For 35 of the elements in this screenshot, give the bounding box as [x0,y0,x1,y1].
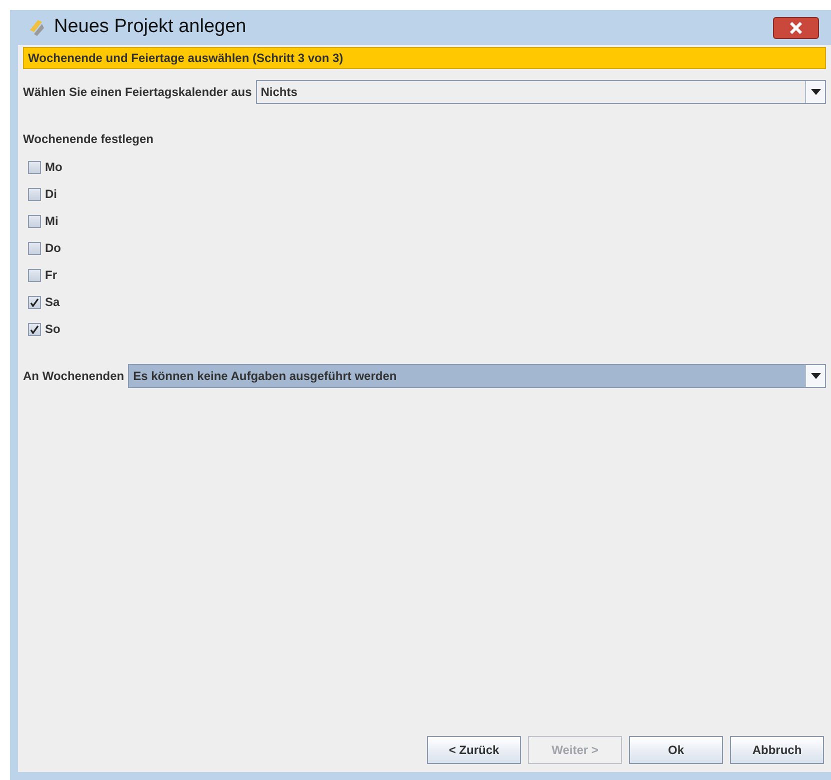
checkbox-label: Do [45,240,61,257]
weekend-mode-label: An Wochenenden [23,368,124,385]
checkmark-icon [30,324,39,334]
dialog-button[interactable]: Abbruch [730,736,824,764]
section-heading: Wochenende festlegen [23,131,154,148]
checkbox-label: So [45,321,60,338]
step-banner-text: Wochenende und Feiertage auswählen (Schritt 3 von 3) [28,50,344,67]
close-button[interactable] [773,16,819,38]
checkbox[interactable] [28,214,41,228]
checkbox[interactable] [28,322,41,336]
dialog-button[interactable]: < Zurück [427,736,521,764]
checkbox-label: Sa [45,294,60,311]
caret-icon [810,373,820,379]
dialog-button[interactable]: Ok [629,736,723,764]
app-icon [28,18,46,38]
checkbox[interactable] [28,242,41,254]
close-icon [790,22,802,34]
dropdown[interactable]: Es können keine Aufgaben ausgeführt werden [128,364,826,388]
checkbox-label: Di [45,186,57,203]
holiday-calendar-label: Wählen Sie einen Feiertagskalender aus [23,84,252,101]
caret-icon [810,89,820,95]
checkbox-label: Fr [45,267,57,284]
checkbox-label: Mo [45,159,62,176]
dropdown[interactable]: Nichts [256,80,826,104]
dropdown-value: Es können keine Aufgaben ausgeführt werden [132,368,398,385]
checkbox[interactable] [28,296,41,308]
checkbox[interactable] [28,188,41,200]
checkbox-label: Mi [45,213,58,230]
checkbox[interactable] [28,268,41,282]
dropdown-value: Nichts [260,84,298,101]
dropdown-arrow-button[interactable] [805,365,825,387]
checkmark-icon [30,298,39,306]
checkbox[interactable] [28,160,41,174]
dropdown-arrow-button[interactable] [805,81,825,103]
window-title: Neues Projekt anlegen [54,15,246,40]
